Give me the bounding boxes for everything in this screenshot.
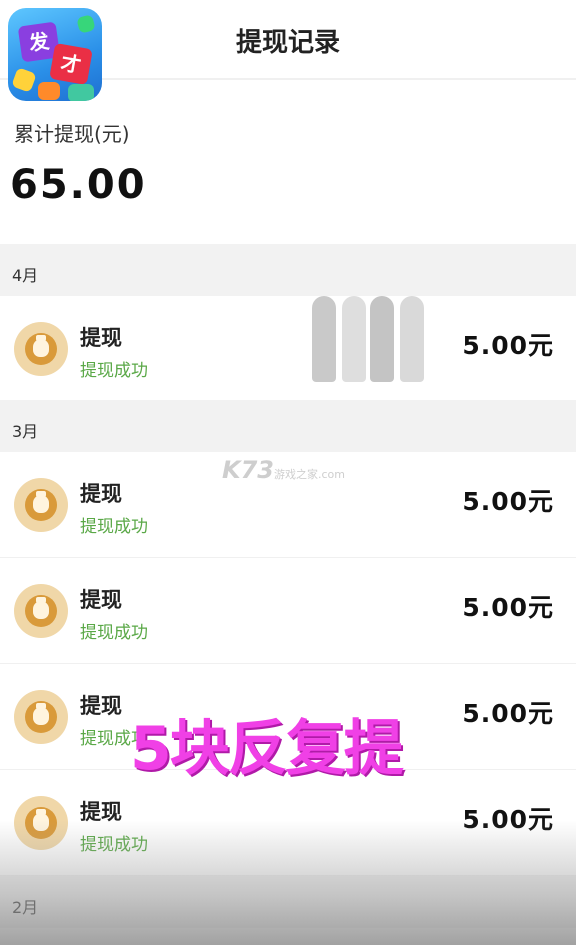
month-section-header: 4月 bbox=[0, 244, 576, 296]
logo-cube-deco bbox=[68, 84, 94, 101]
record-status: 提现成功 bbox=[80, 623, 148, 643]
record-amount: 5.00元 bbox=[462, 805, 554, 834]
month-section-header: 3月 bbox=[0, 400, 576, 452]
month-label: 3月 bbox=[12, 422, 39, 441]
logo-cube-deco bbox=[38, 82, 60, 100]
total-withdrawn-amount: 65.00 bbox=[10, 162, 147, 208]
record-title: 提现 bbox=[80, 588, 122, 612]
money-bag-icon bbox=[14, 690, 68, 744]
money-bag-icon bbox=[14, 478, 68, 532]
record-title: 提现 bbox=[80, 482, 122, 506]
total-withdrawn-label: 累计提现(元) bbox=[14, 122, 130, 146]
record-status: 提现成功 bbox=[80, 517, 148, 537]
watermark-domain: .com bbox=[318, 468, 345, 481]
watermark-sub: 游戏之家 bbox=[274, 468, 318, 481]
site-watermark: K73游戏之家.com bbox=[222, 456, 345, 484]
month-label: 4月 bbox=[12, 266, 39, 285]
record-title: 提现 bbox=[80, 694, 122, 718]
record-title: 提现 bbox=[80, 800, 122, 824]
month-section-header: 2月 bbox=[0, 876, 576, 928]
money-bag-icon bbox=[14, 322, 68, 376]
logo-cube-deco bbox=[76, 14, 96, 34]
record-title: 提现 bbox=[80, 326, 122, 350]
withdrawal-record-row[interactable]: 提现 提现成功 5.00元 bbox=[0, 296, 576, 402]
app-logo-icon: 发 才 bbox=[8, 8, 102, 101]
logo-cube-2: 才 bbox=[49, 42, 93, 86]
record-amount: 5.00元 bbox=[462, 487, 554, 516]
record-amount: 5.00元 bbox=[462, 699, 554, 728]
month-label: 2月 bbox=[12, 898, 39, 917]
record-amount: 5.00元 bbox=[462, 331, 554, 360]
logo-cube-deco bbox=[11, 67, 37, 93]
record-status: 提现成功 bbox=[80, 835, 148, 855]
money-bag-icon bbox=[14, 584, 68, 638]
watermark-main: K73 bbox=[222, 456, 274, 484]
record-amount: 5.00元 bbox=[462, 593, 554, 622]
money-bag-icon bbox=[14, 796, 68, 850]
promo-caption-overlay: 5块反复提 bbox=[130, 714, 404, 784]
decorative-bullet-shapes bbox=[306, 286, 430, 386]
record-status: 提现成功 bbox=[80, 361, 148, 381]
withdrawal-record-row[interactable]: 提现 提现成功 5.00元 bbox=[0, 558, 576, 664]
